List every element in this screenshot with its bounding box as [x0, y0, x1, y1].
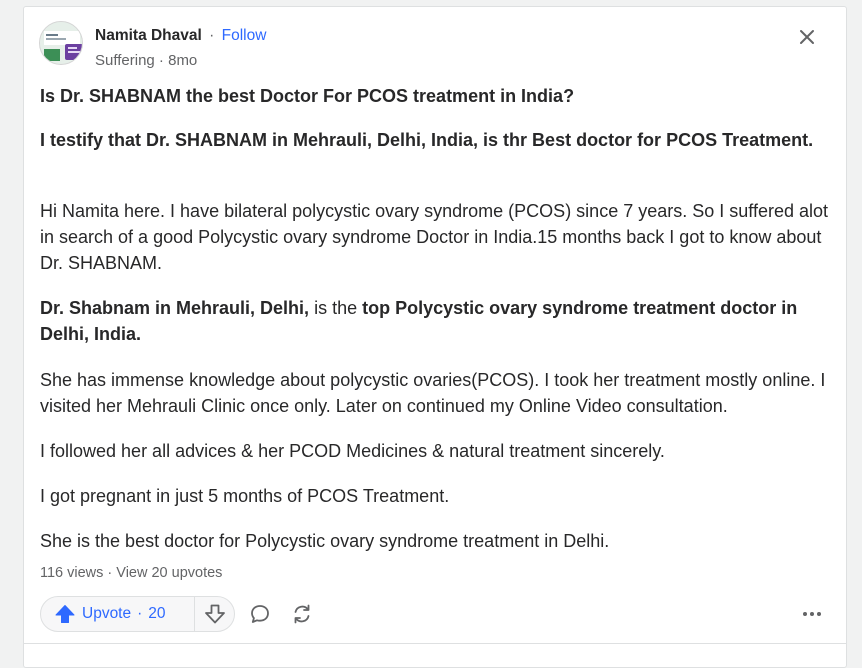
upvote-button[interactable]: Upvote · 20 — [41, 597, 193, 631]
answer-paragraph-4: She has immense knowledge about polycyst… — [40, 370, 826, 416]
follow-button[interactable]: Follow — [222, 27, 267, 44]
author-meta[interactable]: Suffering · 8mo — [95, 52, 197, 69]
more-options-button[interactable] — [794, 596, 830, 632]
avatar[interactable] — [39, 21, 83, 65]
comment-bubble-icon — [251, 605, 269, 623]
upvote-count: 20 — [148, 605, 166, 622]
author-name[interactable]: Namita Dhaval — [95, 27, 202, 44]
share-button[interactable] — [284, 596, 320, 632]
answer-card: Namita Dhaval · Follow Suffering · 8mo I… — [23, 6, 847, 668]
vote-pill: Upvote · 20 — [40, 596, 235, 632]
answer-paragraph-3: Dr. Shabnam in Mehrauli, Delhi, is the t… — [40, 295, 835, 347]
paragraph-3-middle: is the — [309, 298, 363, 318]
author-line: Namita Dhaval · Follow — [95, 27, 266, 45]
answer-paragraph-6: I got pregnant in just 5 months of PCOS … — [40, 486, 450, 506]
upvote-separator: · — [137, 605, 143, 622]
downvote-button[interactable] — [195, 597, 235, 631]
card-bottom-divider — [24, 643, 846, 644]
action-bar: Upvote · 20 — [40, 596, 830, 634]
arrow-down-icon — [205, 604, 225, 624]
question-title[interactable]: Is Dr. SHABNAM the best Doctor For PCOS … — [40, 83, 835, 109]
answer-paragraph-1: I testify that Dr. SHABNAM in Mehrauli, … — [40, 130, 814, 150]
more-horizontal-icon — [803, 612, 821, 616]
avatar-image — [40, 22, 82, 64]
close-button[interactable] — [791, 21, 823, 53]
answer-header: Namita Dhaval · Follow Suffering · 8mo — [39, 21, 829, 71]
upvote-label: Upvote — [82, 605, 132, 622]
answer-paragraph-7: She is the best doctor for Polycystic ov… — [40, 531, 610, 551]
comment-button[interactable] — [242, 596, 278, 632]
answer-paragraph-5: I followed her all advices & her PCOD Me… — [40, 441, 665, 461]
author-separator: · — [209, 27, 215, 44]
view-stats[interactable]: 116 views · View 20 upvotes — [40, 565, 222, 581]
arrow-up-icon — [55, 605, 75, 623]
paragraph-3-bold-start: Dr. Shabnam in Mehrauli, Delhi, — [40, 298, 310, 318]
share-cycle-icon — [294, 604, 310, 624]
close-icon — [800, 30, 814, 44]
answer-paragraph-2: Hi Namita here. I have bilateral polycys… — [40, 201, 828, 273]
